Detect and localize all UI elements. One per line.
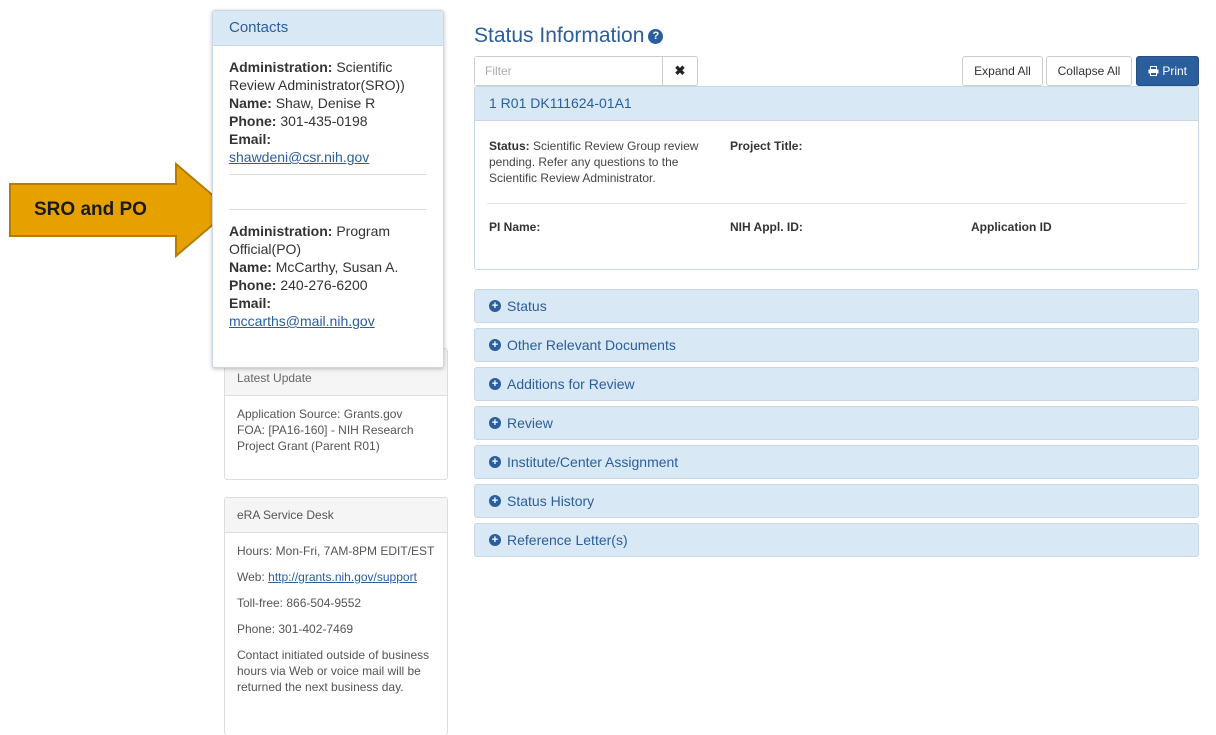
expand-plus-icon: +	[489, 534, 501, 547]
application-id-header[interactable]: 1 R01 DK111624-01A1	[475, 87, 1198, 121]
service-desk-panel: eRA Service Desk Hours: Mon-Fri, 7AM-8PM…	[224, 497, 448, 735]
application-id-field: Application ID	[971, 219, 1052, 235]
sro-admin-label: Administration:	[229, 59, 333, 75]
section-label: Status History	[507, 493, 595, 509]
application-source: Application Source: Grants.gov	[237, 407, 403, 421]
service-toll-free: Toll-free: 866-504-9552	[237, 596, 362, 610]
expand-plus-icon: +	[489, 495, 501, 508]
print-label: Print	[1162, 64, 1188, 78]
sro-name-label: Name:	[229, 95, 272, 111]
sro-phone-label: Phone:	[229, 113, 277, 129]
po-phone-label: Phone:	[229, 277, 277, 293]
service-note: Contact initiated outside of business ho…	[237, 648, 430, 694]
sro-phone-value: 301-435-0198	[280, 113, 368, 129]
section-additions-for-review[interactable]: + Additions for Review	[474, 367, 1199, 401]
pi-name-field: PI Name:	[489, 219, 540, 235]
sro-name-value: Shaw, Denise R	[275, 95, 376, 111]
contacts-panel: Contacts Administration: Scientific Revi…	[212, 10, 444, 368]
printer-icon	[1148, 66, 1159, 76]
sro-po-arrow-callout: SRO and PO	[8, 162, 232, 258]
section-status-history[interactable]: + Status History	[474, 484, 1199, 518]
arrow-label: SRO and PO	[34, 199, 147, 220]
print-button[interactable]: Print	[1136, 56, 1199, 86]
expand-plus-icon: +	[489, 378, 501, 391]
expand-all-button[interactable]: Expand All	[962, 56, 1043, 86]
application-divider	[487, 203, 1186, 204]
clear-filter-icon[interactable]: ✖	[663, 57, 697, 85]
contacts-title: Contacts	[213, 11, 443, 46]
section-status[interactable]: + Status	[474, 289, 1199, 323]
status-label: Status:	[489, 139, 530, 153]
sro-contact: Administration: Scientific Review Admini…	[213, 46, 443, 166]
filter-box: ✖	[474, 56, 698, 86]
project-title-field: Project Title:	[730, 138, 802, 154]
nih-appl-id-label: NIH Appl. ID:	[730, 220, 803, 234]
service-phone: Phone: 301-402-7469	[237, 622, 354, 636]
contact-divider	[229, 209, 427, 210]
help-icon[interactable]: ?	[648, 28, 664, 44]
project-title-label: Project Title:	[730, 139, 803, 153]
foa-text: FOA: [PA16-160] - NIH Research Project G…	[237, 423, 414, 453]
po-admin-label: Administration:	[229, 223, 333, 239]
po-email-label: Email:	[229, 295, 272, 311]
nih-appl-id-field: NIH Appl. ID:	[730, 219, 803, 235]
section-label: Institute/Center Assignment	[507, 454, 679, 470]
service-web: Web: http://grants.nih.gov/support	[237, 569, 435, 585]
section-label: Review	[507, 415, 553, 431]
page-title-text: Status Information	[474, 24, 645, 47]
expand-plus-icon: +	[489, 417, 501, 430]
filter-input[interactable]	[475, 57, 663, 85]
service-desk-title: eRA Service Desk	[225, 498, 447, 533]
service-hours: Hours: Mon-Fri, 7AM-8PM EDIT/EST	[237, 544, 435, 558]
section-label: Status	[507, 298, 547, 314]
po-contact: Administration: Program Official(PO) Nam…	[213, 218, 443, 330]
po-name-label: Name:	[229, 259, 272, 275]
section-label: Additions for Review	[507, 376, 635, 392]
section-label: Reference Letter(s)	[507, 532, 628, 548]
page-title: Status Information?	[474, 24, 664, 48]
sro-email-label: Email:	[229, 131, 272, 147]
application-panel: 1 R01 DK111624-01A1 Status: Scientific R…	[474, 86, 1199, 270]
status-field: Status: Scientific Review Group review p…	[489, 138, 724, 186]
section-institute-center-assignment[interactable]: + Institute/Center Assignment	[474, 445, 1199, 479]
section-review[interactable]: + Review	[474, 406, 1199, 440]
contact-divider	[229, 174, 427, 175]
po-phone-value: 240-276-6200	[280, 277, 368, 293]
application-id-label: Application ID	[971, 220, 1052, 234]
sro-email-link[interactable]: shawdeni@csr.nih.gov	[229, 149, 369, 165]
expand-plus-icon: +	[489, 456, 501, 469]
po-email-link[interactable]: mccarths@mail.nih.gov	[229, 313, 375, 329]
expand-plus-icon: +	[489, 339, 501, 352]
section-reference-letters[interactable]: + Reference Letter(s)	[474, 523, 1199, 557]
expand-plus-icon: +	[489, 300, 501, 313]
section-label: Other Relevant Documents	[507, 337, 676, 353]
service-web-label: Web:	[237, 570, 265, 584]
po-name-value: McCarthy, Susan A.	[275, 259, 399, 275]
pi-name-label: PI Name:	[489, 220, 541, 234]
collapse-all-button[interactable]: Collapse All	[1046, 56, 1132, 86]
section-other-relevant-documents[interactable]: + Other Relevant Documents	[474, 328, 1199, 362]
support-link[interactable]: http://grants.nih.gov/support	[268, 570, 417, 584]
